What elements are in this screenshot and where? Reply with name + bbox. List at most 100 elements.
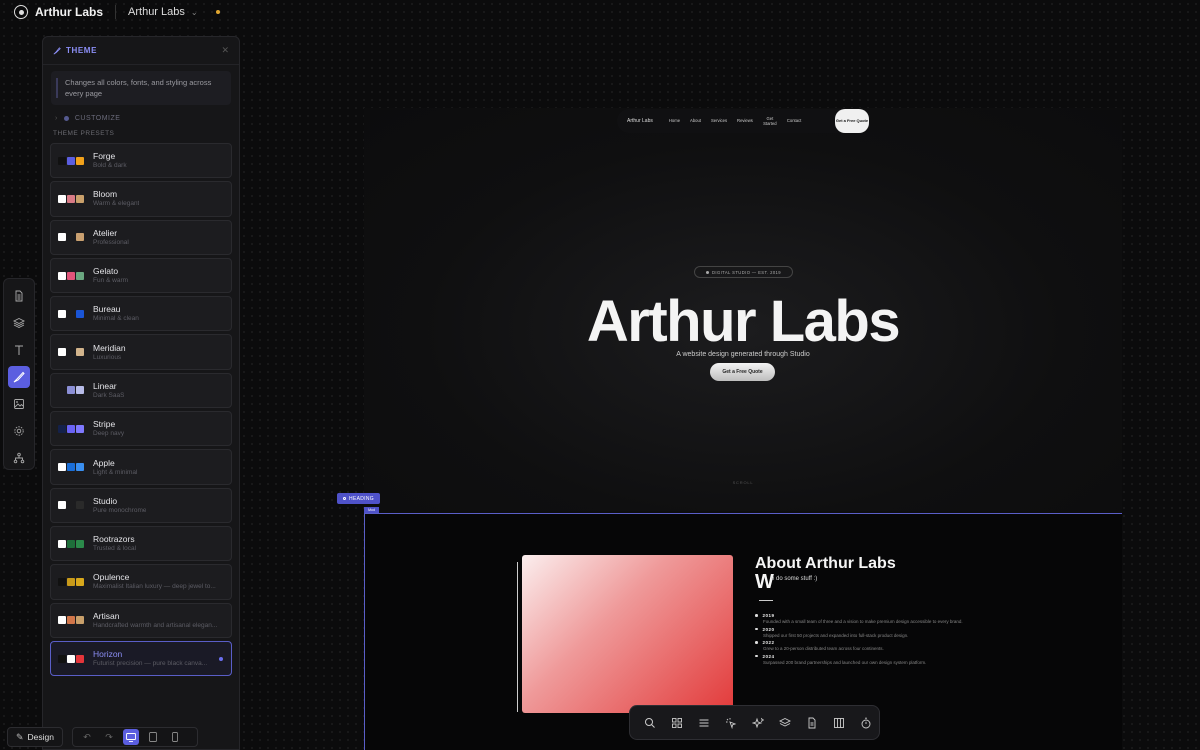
project-switcher[interactable]: Arthur Labs ⌄	[128, 6, 198, 18]
about-dropcap[interactable]: W	[755, 571, 774, 594]
theme-preset-rootrazors[interactable]: Rootrazors Trusted & local	[50, 525, 232, 562]
timeline-dot-icon	[755, 614, 758, 617]
app-logo[interactable]: Arthur Labs	[14, 5, 103, 19]
preset-text: Opulence Maximalist Italian luxury — deep…	[93, 572, 216, 591]
about-tagline[interactable]: e do some stuff :)	[771, 576, 817, 582]
theme-preset-stripe[interactable]: Stripe Deep navy	[50, 411, 232, 447]
preset-text: Artisan Handcrafted warmth and artisanal …	[93, 611, 217, 630]
timeline-item[interactable]: 2019 Founded with a small team of three a…	[755, 613, 985, 626]
color-swatches	[58, 348, 86, 357]
theme-preset-gelato[interactable]: Gelato Fun & warm	[50, 257, 232, 294]
columns-icon[interactable]	[828, 712, 849, 733]
theme-preset-bloom[interactable]: Bloom Warm & elegant	[50, 181, 232, 217]
timeline-item[interactable]: 2020 Shipped our first 50 projects and ex…	[755, 627, 985, 640]
color-swatch	[58, 309, 66, 318]
color-swatch	[67, 233, 75, 242]
nav-link-get-started[interactable]: Get Started	[763, 116, 777, 127]
hero-title[interactable]: Arthur Labs	[364, 288, 1122, 355]
timeline-dot-icon	[755, 627, 758, 631]
layers-icon[interactable]	[8, 312, 30, 334]
preset-text: Apple Light & minimal	[93, 458, 137, 477]
theme-preset-bureau[interactable]: Bureau Minimal & clean	[50, 296, 232, 332]
brush-icon	[53, 46, 61, 55]
color-swatch	[58, 501, 66, 510]
timer-icon[interactable]	[855, 712, 876, 733]
color-swatch	[76, 463, 84, 472]
color-swatches	[58, 271, 86, 280]
preset-description: Maximalist Italian luxury — deep jewel t…	[93, 583, 216, 591]
color-swatch	[76, 386, 84, 395]
search-icon[interactable]	[639, 712, 660, 733]
timeline-item[interactable]: 2024 Surpassed 200 brand partnerships and…	[755, 654, 985, 667]
about-image[interactable]	[522, 555, 733, 713]
nav-link-home[interactable]: Home	[669, 118, 680, 124]
theme-preset-horizon[interactable]: Horizon Futurist precision — pure black c…	[50, 640, 232, 677]
design-mode-button[interactable]: ✎ Design	[7, 727, 63, 747]
project-name: Arthur Labs	[128, 6, 185, 18]
image-icon[interactable]	[8, 393, 30, 415]
tablet-view-icon[interactable]	[145, 729, 161, 745]
theme-preset-linear[interactable]: Linear Dark SaaS	[50, 372, 232, 409]
status-dot	[215, 10, 220, 14]
color-swatches	[58, 616, 86, 625]
nav-link-reviews[interactable]: Reviews	[737, 118, 753, 124]
preset-description: Dark SaaS	[93, 391, 125, 399]
theme-preset-apple[interactable]: Apple Light & minimal	[50, 449, 232, 485]
nav-cta-button[interactable]: Get a Free Quote	[835, 109, 869, 133]
undo-icon[interactable]: ↶	[79, 729, 95, 745]
timeline-text: Shipped our first 50 projects and expand…	[763, 632, 909, 638]
color-swatch	[67, 463, 75, 472]
preset-description: Bold & dark	[93, 162, 127, 170]
settings-icon[interactable]	[8, 420, 30, 442]
close-icon[interactable]: ✕	[221, 45, 229, 56]
nav-brand[interactable]: Arthur Labs	[627, 118, 653, 124]
panel-header: THEME ✕	[43, 37, 239, 65]
color-swatch	[76, 156, 84, 165]
mobile-view-icon[interactable]	[167, 729, 183, 745]
redo-icon[interactable]: ↷	[101, 729, 117, 745]
nav-link-contact[interactable]: Contact	[787, 118, 801, 124]
theme-preset-forge[interactable]: Forge Bold & dark	[50, 143, 232, 179]
desktop-view-icon[interactable]	[123, 729, 139, 745]
nav-link-about[interactable]: About	[690, 118, 701, 124]
theme-preset-meridian[interactable]: Meridian Luxurious	[50, 334, 232, 370]
theme-preset-studio[interactable]: Studio Pure monochrome	[50, 487, 232, 523]
color-swatch	[76, 501, 84, 510]
page-icon[interactable]	[8, 285, 30, 307]
selection-label-heading[interactable]: HEADING	[337, 493, 380, 504]
grid-icon[interactable]	[666, 712, 687, 733]
document-icon[interactable]	[801, 712, 822, 733]
nav-link-services[interactable]: Services	[711, 118, 727, 124]
preset-name: Meridian	[93, 342, 126, 353]
preset-text: Bureau Minimal & clean	[93, 304, 139, 323]
theme-presets-list: Forge Bold & dark Bloom Warm & elegant Ateli…	[43, 143, 239, 677]
hero-cta-button[interactable]: Get a Free Quote	[710, 363, 775, 381]
color-swatch	[58, 156, 66, 165]
color-swatch	[67, 309, 75, 318]
color-swatches	[58, 577, 86, 586]
layers-icon[interactable]	[774, 712, 795, 733]
timeline-item[interactable]: 2022 Grew to a 20-person distributed team…	[755, 640, 985, 653]
preset-name: Forge	[93, 151, 116, 162]
preset-description: Deep navy	[93, 430, 125, 438]
hero-section[interactable]: Arthur Labs Home About Services Reviews …	[364, 108, 1122, 511]
theme-preset-opulence[interactable]: Opulence Maximalist Italian luxury — deep…	[50, 564, 232, 600]
sparkle-cursor-icon[interactable]	[720, 712, 741, 733]
chevron-right-icon: ›	[55, 115, 58, 122]
color-swatch	[67, 577, 75, 586]
text-icon[interactable]	[8, 339, 30, 361]
about-title[interactable]: About Arthur Labs	[755, 555, 896, 573]
preset-name: Horizon	[93, 649, 123, 659]
customize-toggle[interactable]: › CUSTOMIZE	[55, 115, 239, 122]
ai-sparkle-icon[interactable]	[747, 712, 768, 733]
left-rail	[3, 278, 35, 470]
brush-icon[interactable]	[8, 366, 30, 388]
sitemap-icon[interactable]	[8, 447, 30, 469]
chevron-down-icon: ⌄	[190, 7, 198, 17]
hero-subtitle[interactable]: A website design generated through Studi…	[364, 351, 1122, 358]
timeline-dot-icon	[755, 641, 758, 644]
selection-mini-label[interactable]: Mod	[364, 507, 379, 513]
theme-preset-atelier[interactable]: Atelier Professional	[50, 219, 232, 255]
list-icon[interactable]	[693, 712, 714, 733]
theme-preset-artisan[interactable]: Artisan Handcrafted warmth and artisanal …	[50, 602, 232, 638]
